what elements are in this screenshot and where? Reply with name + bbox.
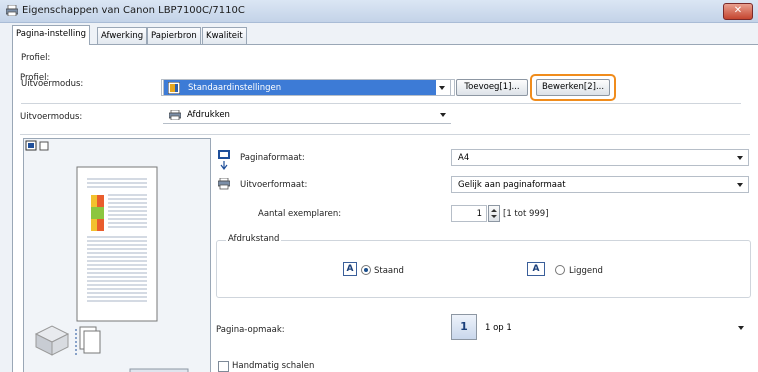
portrait-icon: A [343,262,357,276]
copies-value: 1 [476,209,482,219]
orientation-group-label: Afdrukstand [226,234,282,244]
page-size-label: Paginaformaat: [240,153,305,163]
landscape-label: Liggend [569,266,603,276]
output-size-label: Uitvoerformaat: [240,180,308,190]
printer-icon [169,110,181,120]
printer-icon [6,5,18,16]
printer-properties-window: Eigenschappen van Canon LBP7100C/7110C ✕… [0,0,758,372]
add-profile-button[interactable]: Toevoeg[1]... [456,79,528,96]
chevron-down-icon [439,86,445,90]
page-preview [23,138,211,372]
section-separator [20,134,750,135]
output-mode-value: Afdrukken [187,110,230,120]
portrait-label: Staand [374,266,404,276]
manual-scaling-checkbox[interactable] [218,361,229,372]
window-title: Eigenschappen van Canon LBP7100C/7110C [22,5,245,16]
tab-finishing[interactable]: Afwerking [97,27,148,44]
tab-quality[interactable]: Kwaliteit [202,27,247,44]
page-size-value: A4 [458,153,470,163]
chevron-down-icon [440,113,446,117]
separator [21,103,741,104]
output-mode-dropdown[interactable]: Afdrukken [163,107,451,124]
chevron-down-icon [738,326,744,330]
copies-input[interactable]: 1 [451,205,487,222]
tab-page-setup[interactable]: Pagina-instelling [12,25,90,45]
landscape-radio[interactable] [555,265,565,275]
tab-paper-source[interactable]: Papierbron [147,27,201,44]
close-button[interactable]: ✕ [723,3,753,20]
stepper-arrows-icon [491,209,497,218]
title-bar: Eigenschappen van Canon LBP7100C/7110C ✕ [0,0,758,23]
close-icon: ✕ [733,5,743,16]
chevron-down-icon [737,183,743,187]
page-layout-dropdown[interactable]: 1 1 op 1 [451,314,749,342]
output-mode-label-text: Uitvoermodus: [20,112,83,122]
chevron-down-icon [737,156,743,160]
page-layout-label: Pagina-opmaak: [216,325,285,335]
profile-label-text: Profiel: [20,73,50,83]
profile-value: Standaardinstellingen [188,83,282,93]
output-size-value: Gelijk aan paginaformaat [458,180,566,190]
page-layout-value: 1 op 1 [485,323,512,333]
output-size-dropdown[interactable]: Gelijk aan paginaformaat [451,176,749,193]
copies-range: [1 tot 999] [503,209,549,219]
manual-scaling-label: Handmatig schalen [232,361,315,371]
copies-stepper[interactable] [488,205,500,222]
landscape-icon: A [527,262,545,276]
page-preview-graphic [25,140,189,372]
page-size-dropdown[interactable]: A4 [451,149,749,166]
profile-dropdown[interactable]: Standaardinstellingen [163,79,451,96]
orientation-group [216,240,751,298]
edit-button-highlight [530,74,616,101]
profile-label: Profiel: [21,53,51,63]
copies-label: Aantal exemplaren: [258,209,342,219]
output-size-icon [218,178,230,190]
portrait-radio[interactable] [361,265,371,275]
profile-icon [168,82,180,94]
page-layout-icon: 1 [451,314,477,340]
page-size-icon [218,150,230,170]
